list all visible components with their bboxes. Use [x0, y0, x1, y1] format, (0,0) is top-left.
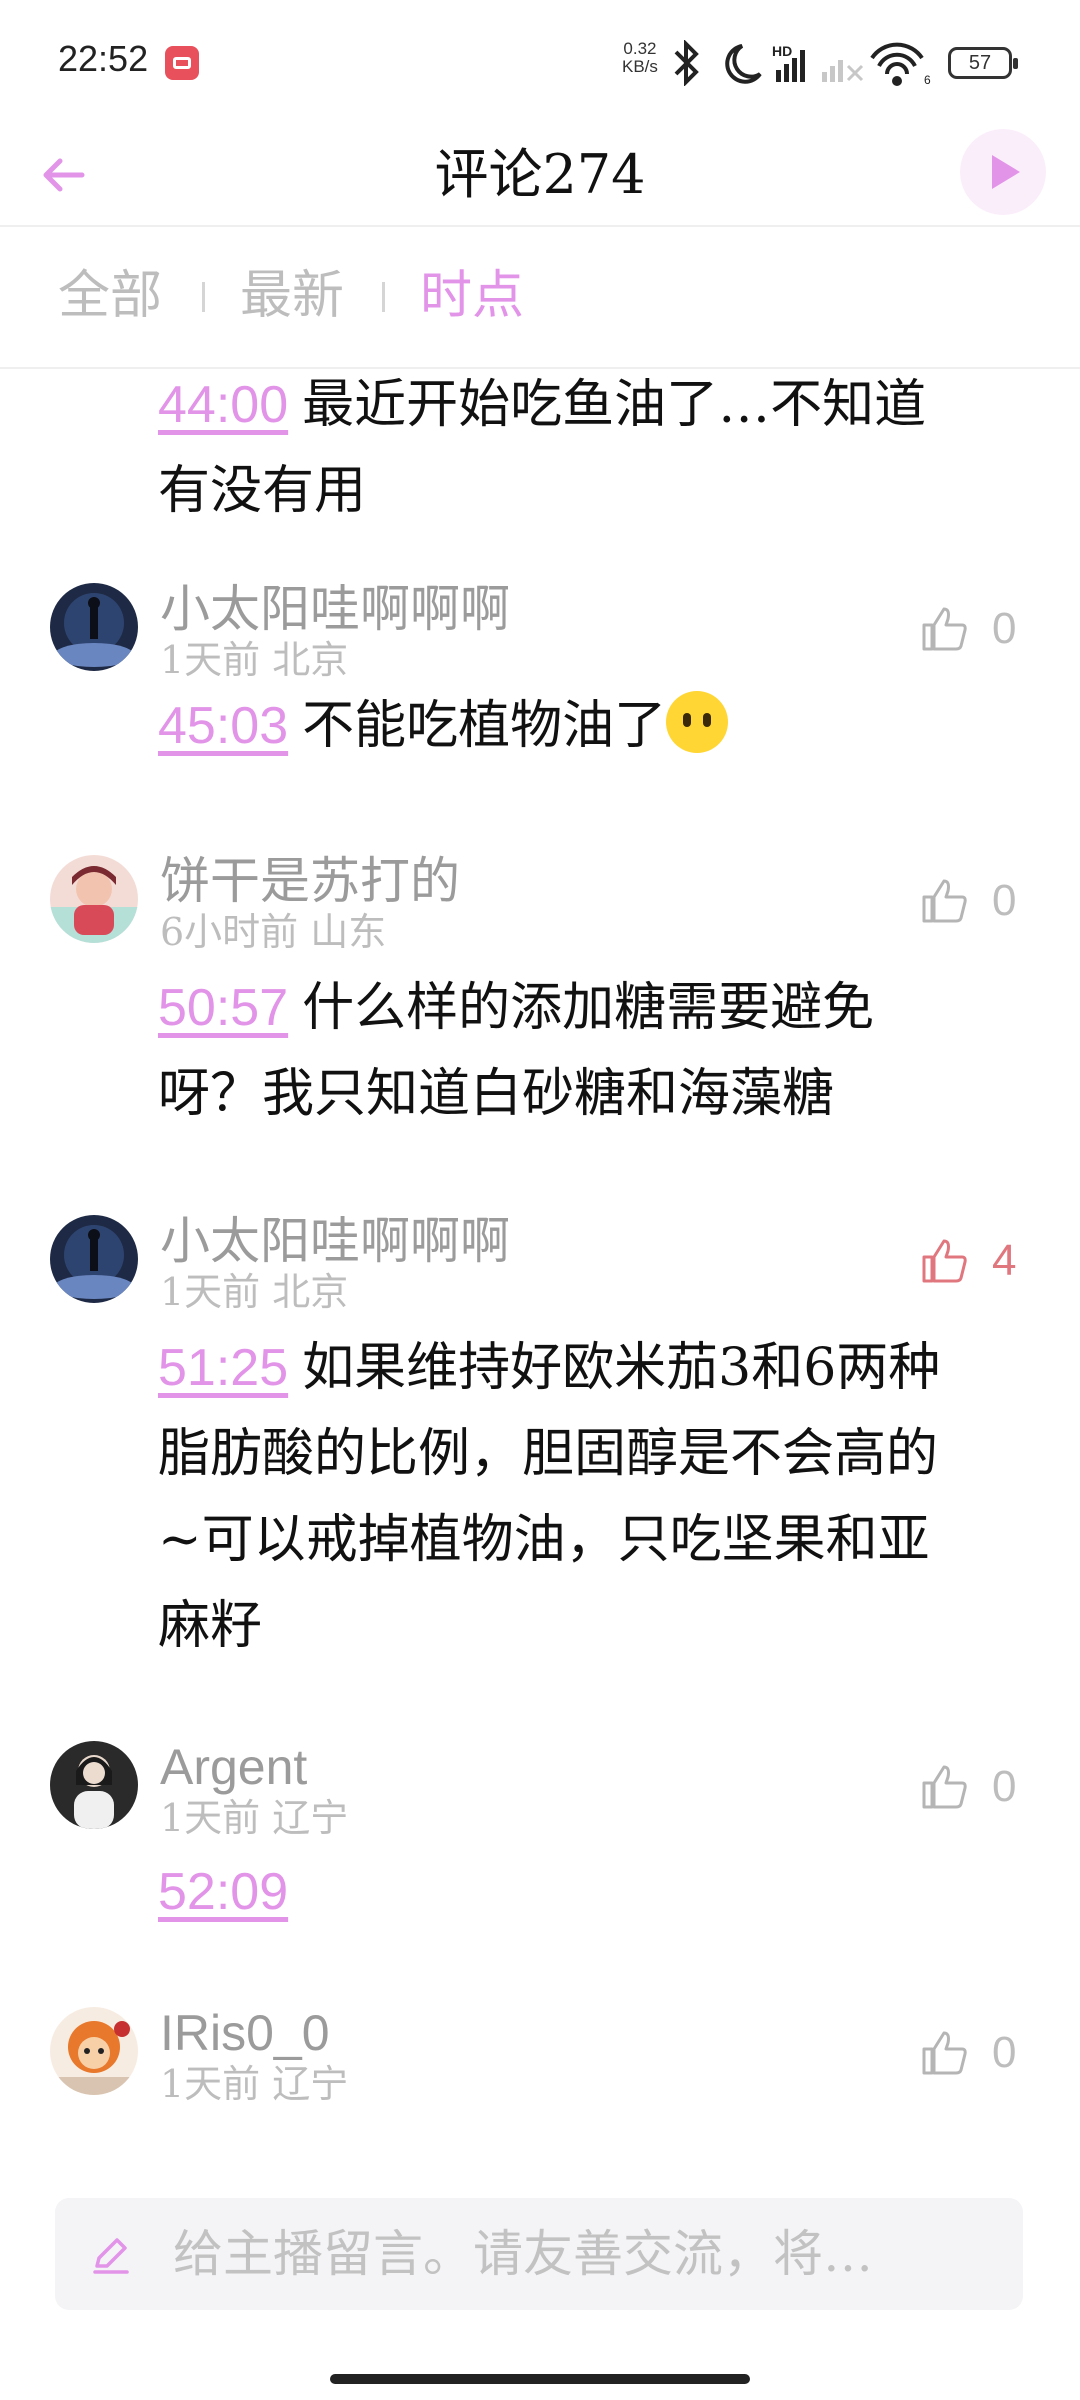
username[interactable]: Argent [160, 1737, 307, 1797]
timestamp-link[interactable]: 51:25 [158, 1339, 288, 1397]
tab-timepoint[interactable]: 时点 [420, 261, 524, 331]
username[interactable]: 饼干是苏打的 [160, 851, 460, 911]
neutral-face-emoji-icon [666, 691, 729, 753]
bluetooth-icon [674, 40, 699, 86]
comment-body: 52:09 [158, 1849, 1038, 1935]
battery-indicator: 57 [948, 47, 1018, 79]
username[interactable]: IRis0_0 [160, 2003, 330, 2063]
comment-filter-tabs: 全部 最新 时点 [0, 227, 1080, 369]
comment-meta: 1天前 北京 [160, 638, 349, 682]
comment-body: 44:00 最近开始吃鱼油了…不知道 有没有用 [158, 375, 927, 521]
comment-meta: 6小时前 山东 [160, 910, 387, 954]
timestamp-link[interactable]: 44:00 [158, 376, 288, 434]
avatar[interactable] [50, 583, 138, 671]
comment-input[interactable]: 给主播留言。请友善交流，将… [55, 2198, 1023, 2310]
like-count: 0 [992, 604, 1017, 653]
timestamp-link[interactable]: 50:57 [158, 979, 288, 1037]
timestamp-link[interactable]: 45:03 [158, 697, 288, 755]
do-not-disturb-moon-icon [725, 44, 762, 84]
like-count: 0 [992, 1762, 1017, 1811]
sim2-no-signal-icon [822, 60, 864, 82]
comment-input-placeholder: 给主播留言。请友善交流，将… [173, 2225, 873, 2283]
wifi-6-label: 6 [924, 73, 931, 86]
comment-meta: 1天前 北京 [160, 1270, 349, 1314]
comment-meta: 1天前 辽宁 [160, 2062, 349, 2106]
play-button[interactable] [960, 129, 1046, 215]
tab-divider [202, 282, 205, 312]
page-title: 评论274 [434, 143, 646, 206]
username[interactable]: 小太阳哇啊啊啊 [160, 1211, 510, 1271]
comment-body: 50:57 什么样的添加糖需要避免 呀？我只知道白砂糖和海藻糖 [158, 978, 875, 1124]
app-notification-icon [165, 46, 199, 80]
comment-body: 51:25 如果维持好欧米茄3和6两种 脂肪酸的比例，胆固醇是不会高的 ~可以戒掉… [158, 1338, 941, 1656]
comment-meta: 1天前 辽宁 [160, 1796, 349, 1840]
timestamp-link[interactable]: 52:09 [158, 1863, 288, 1921]
like-thumb-icon[interactable] [918, 1761, 970, 1813]
like-thumb-icon[interactable] [918, 603, 970, 655]
status-time: 22:52 [58, 38, 149, 79]
username[interactable]: 小太阳哇啊啊啊 [160, 579, 510, 639]
tab-latest[interactable]: 最新 [240, 261, 344, 331]
liked-thumb-icon[interactable] [918, 1235, 970, 1287]
status-bar: 22:52 0.32 KB/s HD 6 57 [0, 0, 1080, 125]
wifi-icon [870, 42, 924, 86]
network-speed: 0.32 KB/s [622, 39, 658, 76]
home-gesture-bar[interactable] [330, 2374, 750, 2384]
tab-all[interactable]: 全部 [58, 261, 162, 331]
avatar[interactable] [50, 855, 138, 943]
top-app-bar: 评论274 [0, 125, 1080, 227]
avatar[interactable] [50, 2007, 138, 2095]
comment-list[interactable]: 44:00 最近开始吃鱼油了…不知道 有没有用 小太阳哇啊啊啊 1天前 北京 0 … [0, 369, 1080, 2169]
tab-divider [382, 282, 385, 312]
like-count: 4 [992, 1236, 1017, 1285]
status-icons: HD 6 [674, 40, 931, 86]
comment-body: 45:03 不能吃植物油了 [158, 683, 1038, 769]
like-thumb-icon[interactable] [918, 875, 970, 927]
avatar[interactable] [50, 1741, 138, 1829]
cellular-signal-icon: HD [772, 43, 805, 82]
like-count: 0 [992, 876, 1017, 925]
avatar[interactable] [50, 1215, 138, 1303]
pencil-icon [93, 2238, 129, 2274]
signal-hd-label: HD [772, 43, 792, 59]
play-icon [992, 155, 1020, 189]
like-count: 0 [992, 2028, 1017, 2077]
like-thumb-icon[interactable] [918, 2027, 970, 2079]
